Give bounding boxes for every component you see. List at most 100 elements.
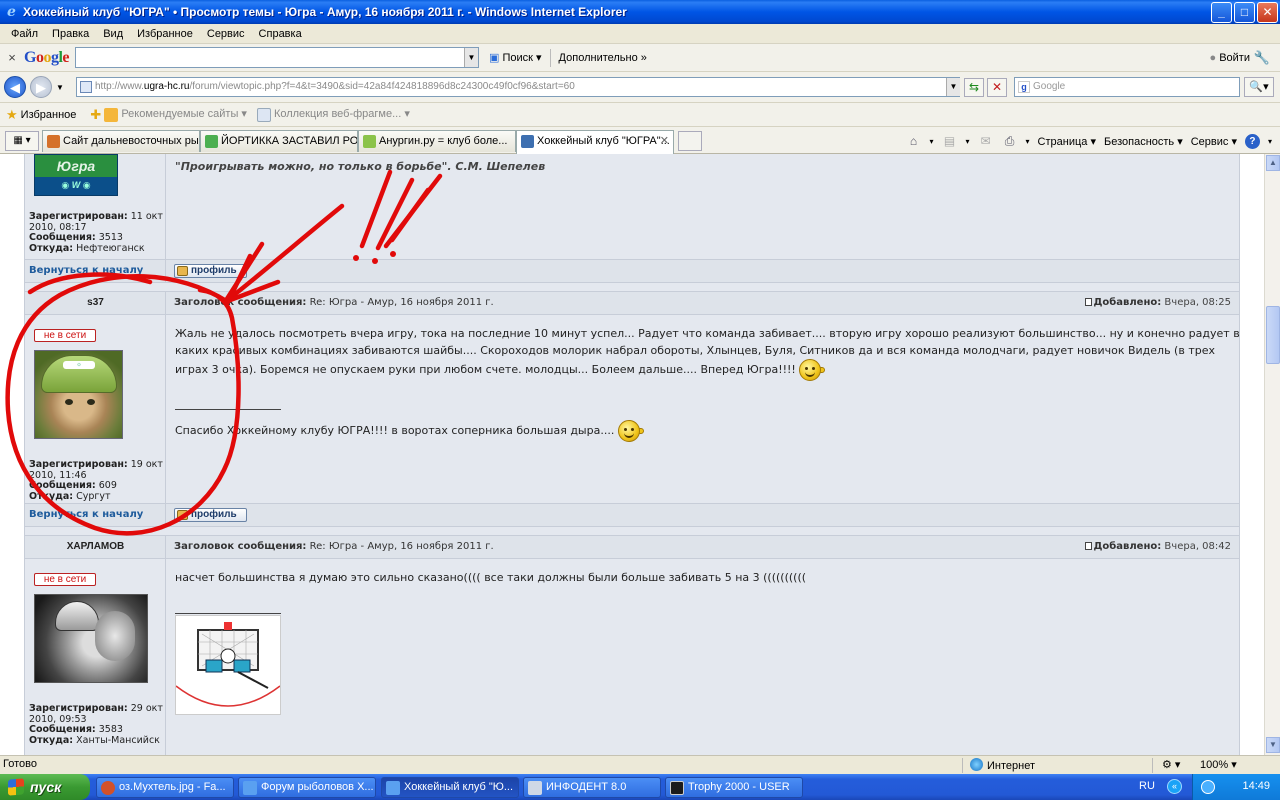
profile-button[interactable]: профиль	[174, 264, 247, 278]
tab-title: Хоккейный клуб "ЮГРА"...	[537, 135, 670, 147]
favorites-button[interactable]: Избранное	[21, 109, 77, 121]
language-indicator[interactable]: RU	[1139, 780, 1155, 792]
wrench-icon[interactable]: 🔧	[1254, 50, 1270, 66]
minimize-button[interactable]: _	[1211, 2, 1232, 23]
taskbar-item-5[interactable]: Trophy 2000 - USER	[665, 777, 803, 798]
username[interactable]: s37	[25, 292, 166, 314]
protected-mode-icon[interactable]: ⚙ ▾	[1162, 758, 1180, 771]
tools-menu[interactable]: Сервис ▾	[1191, 135, 1237, 148]
maximize-button[interactable]: □	[1234, 2, 1255, 23]
post-icon[interactable]	[1084, 298, 1092, 306]
login-button[interactable]: ● Войти	[1209, 52, 1250, 64]
tab-favicon	[521, 135, 534, 148]
menu-favorites[interactable]: Избранное	[130, 28, 200, 40]
taskbar-item-1[interactable]: оз.Мухтель.jpg - Fa...	[96, 777, 234, 798]
signature-divider	[175, 409, 281, 410]
recommended-sites[interactable]: Рекомендуемые сайты ▾	[104, 107, 247, 122]
scroll-thumb[interactable]	[1266, 306, 1280, 364]
page-menu[interactable]: Страница ▾	[1038, 135, 1096, 148]
new-tab-button[interactable]	[678, 131, 702, 151]
taskbar-item-3-active[interactable]: Хоккейный клуб "Ю...	[381, 777, 519, 798]
web-slice-gallery[interactable]: Коллекция веб-фрагме... ▾	[256, 107, 410, 122]
offline-badge: не в сети	[34, 573, 96, 586]
page-icon	[80, 81, 92, 93]
command-bar: ⌂ ▾ ▤ ▾ ✉ ⎙ ▾ Страница ▾ Безопасность ▾ Сер…	[906, 131, 1272, 151]
signature-quote: "Проигрывать можно, но только в борьбе".…	[175, 160, 546, 173]
profile-icon	[177, 510, 188, 520]
post-text: Жаль не удалось посмотреть вчера игру, т…	[175, 325, 1240, 381]
tab-2[interactable]: ЙОРТИККА ЗАСТАВИЛ РОС...	[200, 130, 358, 152]
tab-1[interactable]: Сайт дальневосточных ры...	[42, 130, 200, 152]
menu-tools[interactable]: Сервис	[200, 28, 252, 40]
start-button[interactable]: пуск	[0, 774, 90, 800]
profile-label: профиль	[191, 265, 237, 276]
url-prefix: http://www.	[95, 81, 144, 92]
window-title: Хоккейный клуб "ЮГРА" • Просмотр темы - …	[23, 5, 627, 19]
add-favorite-icon[interactable]: ✚	[90, 107, 101, 123]
url-dropdown-icon[interactable]: ▼	[946, 78, 960, 96]
security-zone[interactable]: Интернет	[970, 758, 1035, 772]
menu-help[interactable]: Справка	[252, 28, 309, 40]
smiley-icon	[617, 420, 640, 442]
post-footer: Вернуться к началу профиль	[25, 259, 1239, 283]
taskbar-item-2[interactable]: Форум рыболовов Х...	[238, 777, 376, 798]
tray-expand-icon[interactable]: «	[1167, 779, 1182, 794]
feeds-icon[interactable]: ▤	[942, 133, 958, 149]
title-bar: e Хоккейный клуб "ЮГРА" • Просмотр темы …	[0, 0, 1280, 24]
back-button[interactable]: ◀	[4, 76, 26, 98]
forward-button[interactable]: ▶	[30, 76, 52, 98]
zoom-level[interactable]: 100% ▾	[1200, 758, 1237, 771]
google-search-input[interactable]: ▼	[75, 47, 480, 68]
app-icon	[528, 781, 542, 795]
clock[interactable]: 14:49	[1242, 780, 1270, 792]
scroll-down-icon[interactable]: ▼	[1266, 737, 1280, 753]
tab-4-active[interactable]: Хоккейный клуб "ЮГРА"... ✕	[516, 130, 674, 154]
ie-icon	[243, 781, 257, 795]
tab-3[interactable]: Анургин.ру = клуб боле...	[358, 130, 516, 152]
post-footer: Вернуться к началу профиль	[25, 503, 1239, 527]
search-go-button[interactable]: 🔍▾	[1244, 77, 1274, 97]
dropdown-icon[interactable]: ▼	[464, 48, 479, 67]
close-button[interactable]: ✕	[1257, 2, 1278, 23]
favorites-bar: ★ Избранное ✚ Рекомендуемые сайты ▾ Колл…	[0, 103, 1280, 127]
more-button[interactable]: Дополнительно »	[559, 52, 647, 64]
ie-logo-icon: e	[7, 3, 16, 20]
home-icon[interactable]: ⌂	[906, 133, 922, 149]
status-text: Готово	[3, 758, 37, 770]
vertical-scrollbar[interactable]: ▲ ▼	[1264, 154, 1280, 755]
stop-button[interactable]: ✕	[987, 78, 1007, 97]
security-menu[interactable]: Безопасность ▾	[1104, 135, 1183, 148]
tab-favicon	[363, 135, 376, 148]
menu-view[interactable]: Вид	[96, 28, 130, 40]
post-icon[interactable]	[1084, 542, 1092, 550]
profile-label: профиль	[191, 509, 237, 520]
globe-icon	[970, 758, 983, 771]
tab-title: Сайт дальневосточных ры...	[63, 135, 200, 147]
user-location: Нефтеюганск	[76, 242, 145, 254]
google-search-button[interactable]: ▣ Поиск ▾	[489, 51, 542, 64]
taskbar-item-label: Trophy 2000 - USER	[688, 781, 790, 793]
history-dropdown-icon[interactable]: ▼	[56, 83, 64, 92]
tray-app-icon[interactable]	[1201, 780, 1215, 794]
user-icon: ●	[1209, 51, 1217, 64]
profile-button[interactable]: профиль	[174, 508, 247, 522]
web-slice-label: Коллекция веб-фрагме... ▾	[273, 108, 410, 121]
username[interactable]: ХАРЛАМОВ	[25, 536, 166, 558]
url-input[interactable]: http://www.ugra-hc.ru/forum/viewtopic.ph…	[76, 77, 960, 97]
quick-tabs-button[interactable]: ▦ ▾	[5, 131, 39, 151]
print-icon[interactable]: ⎙	[1002, 133, 1018, 149]
favorites-star-icon[interactable]: ★	[6, 107, 18, 123]
tab-close-icon[interactable]: ✕	[660, 131, 669, 151]
back-to-top-link[interactable]: Вернуться к началу	[29, 505, 143, 525]
menu-file[interactable]: Файл	[4, 28, 45, 40]
help-icon[interactable]: ?	[1244, 133, 1260, 149]
offline-badge: не в сети	[34, 329, 96, 342]
toolbar-close-icon[interactable]: ×	[0, 50, 24, 65]
mail-icon[interactable]: ✉	[978, 133, 994, 149]
menu-edit[interactable]: Правка	[45, 28, 96, 40]
scroll-up-icon[interactable]: ▲	[1266, 155, 1280, 171]
taskbar-item-4[interactable]: ИНФОДЕНТ 8.0	[523, 777, 661, 798]
refresh-button[interactable]: ⇆	[964, 78, 984, 97]
search-box[interactable]: g Google	[1014, 77, 1240, 97]
taskbar-item-label: ИНФОДЕНТ 8.0	[546, 781, 627, 793]
